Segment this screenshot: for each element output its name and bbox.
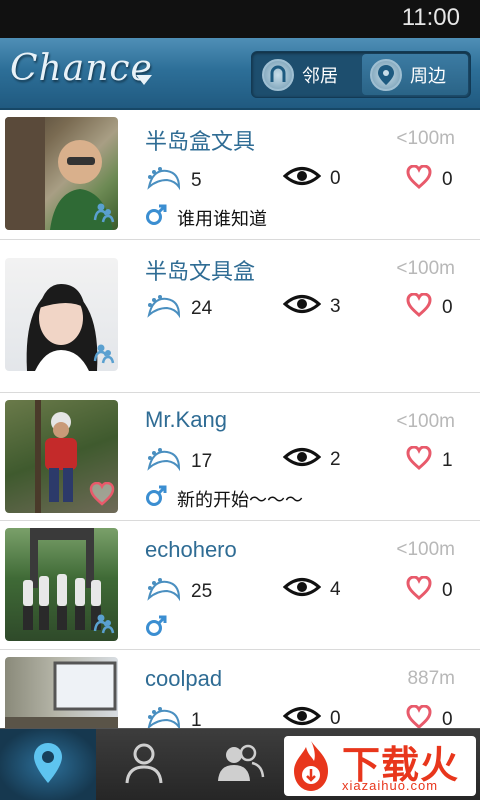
- user-row[interactable]: coolpad 887m 1 0 0: [0, 650, 480, 728]
- tab-nearby-bottom[interactable]: [0, 729, 96, 800]
- heart-icon: [406, 445, 432, 476]
- user-name[interactable]: coolpad: [145, 666, 222, 692]
- heart-icon: [406, 575, 432, 606]
- user-row[interactable]: Mr.Kang <100m 17 2 1 新的开始～～～: [0, 393, 480, 521]
- distance-label: <100m: [396, 128, 455, 149]
- distance-label: 887m: [407, 668, 455, 689]
- views-stat: 0: [282, 705, 341, 728]
- avatar[interactable]: [5, 117, 118, 230]
- footprint-count: 17: [191, 451, 213, 472]
- tab-profile[interactable]: [96, 729, 192, 800]
- status-bar: 11:00: [0, 0, 480, 38]
- views-count: 3: [330, 296, 341, 317]
- user-signature: 谁用谁知道: [177, 208, 267, 230]
- avatar[interactable]: [5, 400, 118, 513]
- eye-icon: [282, 165, 322, 193]
- footprint-count: 25: [191, 581, 213, 602]
- eye-icon: [282, 705, 322, 728]
- likes-stat: 0: [406, 292, 453, 323]
- likes-count: 0: [442, 169, 453, 190]
- user-row[interactable]: 半岛盒文具 <100m 5 0 0 谁用谁知道: [0, 110, 480, 240]
- user-name[interactable]: Mr.Kang: [145, 407, 227, 433]
- views-count: 0: [330, 168, 341, 189]
- views-count: 2: [330, 449, 341, 470]
- views-count: 0: [330, 708, 341, 728]
- neighbor-icon: [262, 58, 294, 91]
- person-badge-icon: [93, 201, 115, 227]
- user-row[interactable]: 半岛文具盒 <100m 24 3 0: [0, 240, 480, 477]
- views-stat: 4: [282, 576, 341, 604]
- footprint-stat: 25: [145, 576, 212, 608]
- views-stat: 0: [282, 165, 341, 193]
- views-stat: 2: [282, 446, 341, 474]
- user-name[interactable]: 半岛文具盒: [145, 254, 255, 286]
- male-icon: [145, 204, 167, 231]
- person-icon: [124, 741, 164, 789]
- gender-line: [145, 615, 167, 642]
- footprint-icon: [145, 165, 183, 197]
- footprint-count: 1: [191, 710, 202, 728]
- eye-icon: [282, 293, 322, 321]
- user-name[interactable]: echohero: [145, 537, 237, 563]
- tab-friends[interactable]: [192, 729, 288, 800]
- nearby-user-list[interactable]: 半岛盒文具 <100m 5 0 0 谁用谁知道 半岛文具盒 <100m 24 3…: [0, 110, 480, 728]
- footprint-icon: [145, 576, 183, 608]
- user-name[interactable]: 半岛盒文具: [145, 124, 255, 156]
- likes-stat: 0: [406, 164, 453, 195]
- footprint-icon: [145, 705, 183, 728]
- user-row[interactable]: echohero <100m 25 4 0: [0, 521, 480, 650]
- distance-label: <100m: [396, 539, 455, 560]
- location-pin-icon: [370, 58, 402, 91]
- likes-stat: 0: [406, 575, 453, 606]
- tab-nearby[interactable]: 周边: [362, 54, 468, 95]
- app-header: Chance 邻居 周边: [0, 38, 480, 110]
- signature-line: 谁用谁知道: [145, 204, 267, 231]
- heart-icon: [406, 292, 432, 323]
- distance-label: <100m: [396, 411, 455, 432]
- app-logo[interactable]: Chance: [10, 48, 153, 89]
- flame-logo-icon: [294, 741, 328, 791]
- heart-icon: [406, 704, 432, 728]
- eye-icon: [282, 576, 322, 604]
- mode-segmented-control: 邻居 周边: [251, 51, 471, 98]
- footprint-icon: [145, 446, 183, 478]
- distance-label: <100m: [396, 258, 455, 279]
- likes-stat: 1: [406, 445, 453, 476]
- avatar[interactable]: [5, 528, 118, 641]
- chevron-down-icon[interactable]: [136, 75, 152, 85]
- eye-icon: [282, 446, 322, 474]
- footprint-stat: 24: [145, 293, 212, 325]
- location-pin-icon: [31, 741, 65, 789]
- tab-neighbors[interactable]: 邻居: [254, 54, 360, 95]
- avatar[interactable]: [5, 258, 118, 371]
- watermark-badge: 下载火 xiazaihuo.com: [284, 736, 476, 796]
- tab-nearby-label: 周边: [410, 65, 446, 87]
- footprint-count: 24: [191, 298, 213, 319]
- tab-neighbors-label: 邻居: [302, 65, 338, 87]
- footprint-stat: 1: [145, 705, 202, 728]
- person-badge-icon: [93, 342, 115, 368]
- views-stat: 3: [282, 293, 341, 321]
- clock: 11:00: [401, 4, 460, 31]
- views-count: 4: [330, 579, 341, 600]
- likes-count: 0: [442, 580, 453, 601]
- likes-stat: 0: [406, 704, 453, 728]
- person-badge-icon: [93, 612, 115, 638]
- footprint-stat: 5: [145, 165, 202, 197]
- watermark-subtitle: xiazaihuo.com: [342, 778, 439, 793]
- likes-count: 0: [442, 297, 453, 318]
- footprint-stat: 17: [145, 446, 212, 478]
- footprint-icon: [145, 293, 183, 325]
- signature-line: 新的开始～～～: [145, 485, 303, 512]
- group-icon: [214, 743, 266, 787]
- avatar[interactable]: [5, 657, 118, 728]
- heart-badge-icon: [89, 481, 115, 510]
- male-icon: [145, 615, 167, 642]
- male-icon: [145, 485, 167, 512]
- user-signature: 新的开始～～～: [177, 489, 303, 511]
- heart-icon: [406, 164, 432, 195]
- likes-count: 1: [442, 450, 453, 471]
- footprint-count: 5: [191, 170, 202, 191]
- likes-count: 0: [442, 709, 453, 728]
